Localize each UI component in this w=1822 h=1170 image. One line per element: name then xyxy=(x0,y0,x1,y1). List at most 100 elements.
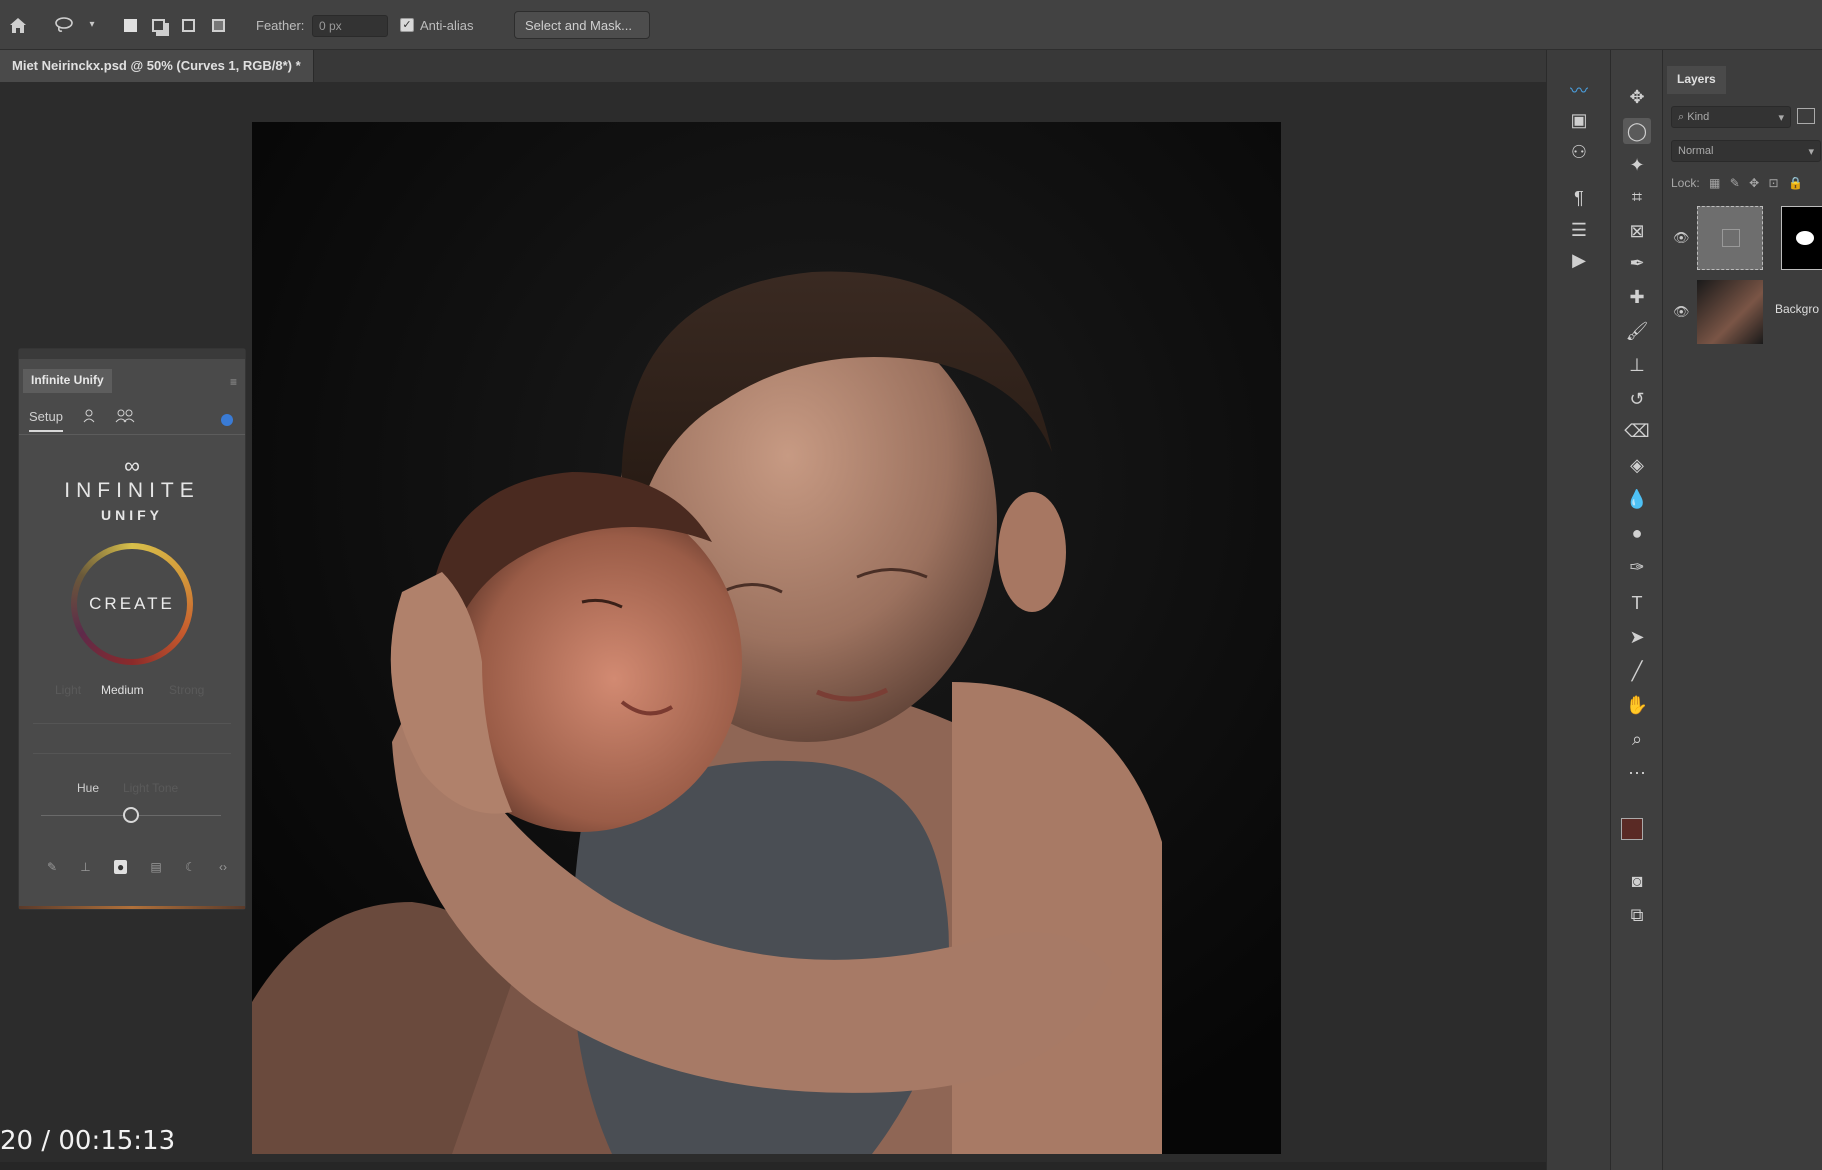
strength-light[interactable]: Light xyxy=(55,683,81,697)
add-selection-icon[interactable] xyxy=(146,13,170,37)
eyedropper-icon[interactable]: ✒ xyxy=(1623,250,1651,276)
blur-tool-icon[interactable]: 💧 xyxy=(1623,486,1651,512)
light-tone-label[interactable]: Light Tone xyxy=(123,781,178,795)
magic-wand-icon[interactable]: ✦ xyxy=(1623,152,1651,178)
mask-shape xyxy=(1796,231,1814,245)
crop-tool-icon[interactable]: ⌗ xyxy=(1623,184,1651,210)
filter-image-icon[interactable] xyxy=(1797,108,1815,124)
status-dot[interactable] xyxy=(221,414,233,426)
eye-icon[interactable]: 👁 xyxy=(1673,304,1690,320)
brand-unify: UNIFY xyxy=(101,507,163,523)
layer-row[interactable]: 👁 Backgro xyxy=(1663,276,1822,348)
eraser-icon[interactable]: ⌫ xyxy=(1623,418,1651,444)
lasso-icon[interactable] xyxy=(52,13,76,37)
layer-thumbnail[interactable] xyxy=(1697,280,1763,344)
clone-stamp-icon[interactable]: ⊥ xyxy=(1623,352,1651,378)
chevron-down-icon: ▾ xyxy=(1808,146,1814,158)
document-tab[interactable]: Miet Neirinckx.psd @ 50% (Curves 1, RGB/… xyxy=(0,50,314,82)
layer-icon[interactable]: ▤ xyxy=(150,860,161,874)
panel-title[interactable]: Infinite Unify xyxy=(23,369,112,393)
hand-tool-icon[interactable]: ✋ xyxy=(1623,692,1651,718)
eye-icon[interactable]: 👁 xyxy=(1673,230,1690,246)
lock-move-icon[interactable]: ✥ xyxy=(1749,176,1759,190)
layer-stack-icon[interactable]: ▣ xyxy=(1567,108,1591,132)
home-icon[interactable] xyxy=(6,13,30,37)
anti-alias-checkbox[interactable]: ✓ xyxy=(400,18,414,32)
move-tool-icon[interactable]: ✥ xyxy=(1623,84,1651,110)
tab-setup[interactable]: Setup xyxy=(29,409,63,432)
feather-label: Feather: xyxy=(256,18,305,33)
history-brush-icon[interactable]: ↺ xyxy=(1623,386,1651,412)
panel-menu-icon[interactable]: ≡ xyxy=(230,375,237,389)
person-icon[interactable] xyxy=(83,409,95,426)
create-label: CREATE xyxy=(77,549,187,659)
options-bar: ▾ Feather: 0 px ✓ Anti-alias Select and … xyxy=(0,0,1822,50)
code-icon[interactable]: ‹› xyxy=(219,860,227,874)
hue-slider-thumb[interactable] xyxy=(123,807,139,823)
adjustment-layer-thumbnail[interactable] xyxy=(1697,206,1763,270)
layers-panel: Layers ⌕ Kind ▾ Normal ▾ Lock: ▦ ✎ ✥ ⊡ 🔒… xyxy=(1662,50,1822,1170)
brush-tool-icon[interactable]: 🖌 xyxy=(1623,318,1651,344)
layers-tab[interactable]: Layers xyxy=(1667,66,1726,94)
plugin-bottom-toolbar: ✎ ⊥ ● ▤ ☾ ‹› xyxy=(47,857,227,877)
chevron-down-icon[interactable]: ▾ xyxy=(80,13,104,37)
layer-name[interactable]: Backgro xyxy=(1775,302,1819,316)
brush-icon[interactable]: ✎ xyxy=(47,860,57,874)
list-icon[interactable]: ☰ xyxy=(1567,218,1591,242)
play-icon[interactable]: ▶ xyxy=(1567,248,1591,272)
hue-label[interactable]: Hue xyxy=(77,781,99,795)
dodge-tool-icon[interactable]: ● xyxy=(1623,520,1651,546)
lasso-tool-icon[interactable]: ◯ xyxy=(1623,118,1651,144)
tools-panel: ✥ ◯ ✦ ⌗ ⊠ ✒ ✚ 🖌 ⊥ ↺ ⌫ ◈ 💧 ● ✑ T ➤ ╱ ✋ ⌕ … xyxy=(1610,50,1662,1170)
layer-row[interactable]: 👁 xyxy=(1663,202,1822,274)
paragraph-icon[interactable]: ¶ xyxy=(1567,186,1591,210)
paint-bucket-icon[interactable]: ◈ xyxy=(1623,452,1651,478)
strength-strong[interactable]: Strong xyxy=(169,683,204,697)
line-tool-icon[interactable]: ╱ xyxy=(1623,658,1651,684)
feather-input[interactable]: 0 px xyxy=(312,15,388,37)
select-and-mask-button[interactable]: Select and Mask... xyxy=(514,11,650,39)
person-card-icon[interactable]: ⚇ xyxy=(1567,140,1591,164)
stamp-icon[interactable]: ⊥ xyxy=(80,860,90,874)
zoom-tool-icon[interactable]: ⌕ xyxy=(1623,726,1651,752)
blend-mode-select[interactable]: Normal ▾ xyxy=(1671,140,1821,162)
group-icon[interactable] xyxy=(115,409,135,426)
divider xyxy=(33,753,231,754)
create-button[interactable]: CREATE xyxy=(71,543,193,665)
quick-mask-icon[interactable]: ◙ xyxy=(1623,868,1651,894)
panel-accent-bar xyxy=(19,906,245,909)
panel-header-strip[interactable] xyxy=(19,349,245,359)
kind-filter-value: Kind xyxy=(1687,111,1710,123)
foreground-color-swatch[interactable] xyxy=(1621,818,1643,840)
path-select-icon[interactable]: ➤ xyxy=(1623,624,1651,650)
document-image[interactable] xyxy=(252,122,1281,1154)
screen-mode-icon[interactable]: ⧉ xyxy=(1623,902,1651,928)
panel-dock-toolbar: 〰 ▣ ⚇ ¶ ☰ ▶ xyxy=(1546,50,1610,1170)
subtract-selection-icon[interactable] xyxy=(176,13,200,37)
moon-icon[interactable]: ☾ xyxy=(185,860,196,874)
frame-tool-icon[interactable]: ⊠ xyxy=(1623,218,1651,244)
intersect-selection-icon[interactable] xyxy=(206,13,230,37)
anti-alias-label: Anti-alias xyxy=(420,18,474,33)
strength-medium[interactable]: Medium xyxy=(101,683,144,697)
layer-mask-thumbnail[interactable] xyxy=(1781,206,1822,270)
mask-icon[interactable]: ● xyxy=(113,860,128,874)
kind-filter-select[interactable]: ⌕ Kind ▾ xyxy=(1671,106,1791,128)
divider xyxy=(33,723,231,724)
brand-infinite: INFINITE xyxy=(64,479,200,502)
pen-tool-icon[interactable]: ✑ xyxy=(1623,554,1651,580)
video-timecode: 20 / 00:15:13 xyxy=(0,1126,176,1156)
healing-brush-icon[interactable]: ✚ xyxy=(1623,284,1651,310)
brush-curve-icon[interactable]: 〰 xyxy=(1567,78,1591,102)
blend-mode-value: Normal xyxy=(1678,145,1714,157)
infinite-unify-panel: Infinite Unify ≡ Setup ∞ INFINITE UNIFY … xyxy=(18,348,246,910)
new-selection-icon[interactable] xyxy=(118,13,142,37)
lock-label: Lock: xyxy=(1671,176,1700,190)
lock-row: Lock: ▦ ✎ ✥ ⊡ 🔒 xyxy=(1671,176,1803,190)
lock-all-icon[interactable]: 🔒 xyxy=(1788,176,1803,190)
more-tools-icon[interactable]: ⋯ xyxy=(1623,760,1651,786)
type-tool-icon[interactable]: T xyxy=(1623,590,1651,616)
lock-transparency-icon[interactable]: ▦ xyxy=(1709,176,1720,190)
lock-artboard-icon[interactable]: ⊡ xyxy=(1769,176,1779,190)
lock-brush-icon[interactable]: ✎ xyxy=(1730,176,1740,190)
